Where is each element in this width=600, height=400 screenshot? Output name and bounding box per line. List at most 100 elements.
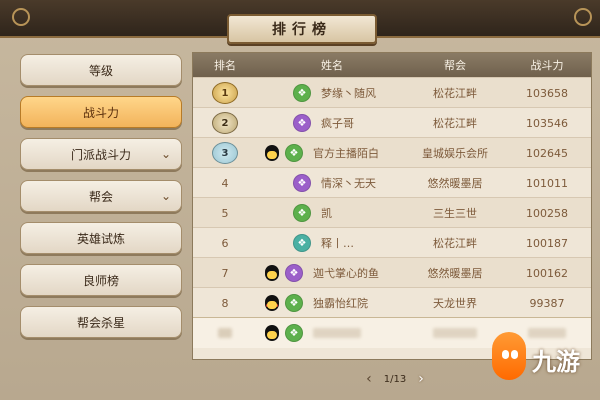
- sidebar: 等级 战斗力 门派战斗力 ⌄ 帮会 ⌄ 英雄试炼 良师榜 帮会杀星: [12, 44, 190, 344]
- sect-emblem-icon: ❖: [285, 144, 303, 162]
- pagination: ‹ 1/13 ›: [350, 371, 440, 387]
- player-name: 疯子哥: [321, 117, 354, 130]
- qq-penguin-icon: [265, 295, 279, 311]
- prev-page-button[interactable]: ‹: [366, 372, 372, 386]
- sidebar-item-mentor-ranking[interactable]: 良师榜: [20, 264, 182, 296]
- rank-cell: 2: [193, 108, 257, 138]
- player-name: 迦弋掌心的鱼: [313, 267, 379, 280]
- guild-cell: 松花江畔: [433, 117, 477, 130]
- rank-cell: [193, 318, 257, 348]
- rank-cell: 6: [221, 236, 229, 250]
- sidebar-item-label: 门派战斗力: [70, 147, 131, 162]
- table-row[interactable]: 8 ❖ 独霸怡红院 天龙世界 99387: [193, 287, 591, 318]
- table-body: 1 ❖ 梦缘丶随风 松花江畔 103658 2 ❖ 疯子哥 松花江畔 10354…: [193, 77, 591, 348]
- sidebar-item-label: 帮会杀星: [76, 315, 125, 330]
- bronze-medal-icon: 3: [212, 142, 238, 164]
- player-name: 释丨…: [321, 237, 354, 250]
- sect-emblem-icon: ❖: [293, 84, 311, 102]
- sidebar-item-sect-power[interactable]: 门派战斗力 ⌄: [20, 138, 182, 170]
- redacted-name: [313, 328, 361, 338]
- chevron-down-icon: ⌄: [160, 147, 171, 161]
- sect-emblem-icon: ❖: [285, 324, 303, 342]
- header-name: 姓名: [321, 59, 343, 72]
- power-cell: 100162: [526, 266, 568, 280]
- name-cell: ❖ 迦弋掌心的鱼: [257, 258, 407, 288]
- table-row[interactable]: 5 ❖ 凯 三生三世 100258: [193, 197, 591, 228]
- table-row[interactable]: 1 ❖ 梦缘丶随风 松花江畔 103658: [193, 77, 591, 108]
- name-cell: ❖ 独霸怡红院: [257, 288, 407, 318]
- guild-cell: 皇城娱乐会所: [422, 147, 488, 160]
- table-row[interactable]: 6 ❖ 释丨… 松花江畔 100187: [193, 227, 591, 258]
- sidebar-item-hero-trial[interactable]: 英雄试炼: [20, 222, 182, 254]
- power-cell: 103658: [526, 86, 568, 100]
- qq-penguin-icon: [265, 145, 279, 161]
- watermark-text: 九游: [532, 348, 580, 376]
- player-name: 官方主播陌白: [313, 147, 379, 160]
- ornament-icon: [12, 8, 30, 26]
- power-cell: 101011: [526, 176, 568, 190]
- next-page-button[interactable]: ›: [418, 372, 424, 386]
- table-row[interactable]: 3 ❖ 官方主播陌白 皇城娱乐会所 102645: [193, 137, 591, 168]
- sect-emblem-icon: ❖: [285, 264, 303, 282]
- guild-cell: 松花江畔: [433, 237, 477, 250]
- guild-cell: 天龙世界: [433, 297, 477, 310]
- name-cell: ❖ 官方主播陌白: [257, 138, 407, 168]
- guild-cell: 三生三世: [433, 207, 477, 220]
- name-cell: ❖ 梦缘丶随风: [257, 78, 407, 108]
- power-cell: 100187: [526, 236, 568, 250]
- sidebar-item-label: 英雄试炼: [76, 231, 125, 246]
- sidebar-item-label: 良师榜: [82, 273, 119, 288]
- table-row[interactable]: 2 ❖ 疯子哥 松花江畔 103546: [193, 107, 591, 138]
- sect-emblem-icon: ❖: [293, 114, 311, 132]
- player-name: 凯: [321, 207, 332, 220]
- name-cell: ❖: [257, 318, 407, 348]
- sidebar-item-level[interactable]: 等级: [20, 54, 182, 86]
- watermark-logo-icon: [492, 332, 526, 380]
- qq-penguin-icon: [265, 265, 279, 281]
- watermark: 九游: [486, 332, 596, 384]
- page-title: 排行榜: [272, 22, 332, 38]
- rank-cell: 5: [221, 206, 229, 220]
- power-cell: 103546: [526, 116, 568, 130]
- header-guild: 帮会: [444, 59, 466, 72]
- guild-cell: 悠然暖墨居: [427, 267, 483, 280]
- qq-penguin-icon: [265, 325, 279, 341]
- header-power: 战斗力: [530, 59, 564, 72]
- sidebar-item-guild[interactable]: 帮会 ⌄: [20, 180, 182, 212]
- sidebar-item-combat-power[interactable]: 战斗力: [20, 96, 182, 128]
- table-header: 排名 姓名 帮会 战斗力: [193, 53, 591, 77]
- logo-eye-icon: [502, 350, 509, 359]
- sidebar-item-guild-kill-star[interactable]: 帮会杀星: [20, 306, 182, 338]
- power-cell: 100258: [526, 206, 568, 220]
- player-name: 情深丶无天: [321, 177, 376, 190]
- name-cell: ❖ 情深丶无天: [257, 168, 407, 198]
- ranking-panel: 排名 姓名 帮会 战斗力 1 ❖ 梦缘丶随风 松花江畔 103658 2 ❖ 疯…: [192, 52, 592, 360]
- name-cell: ❖ 凯: [257, 198, 407, 228]
- silver-medal-icon: 2: [212, 112, 238, 134]
- table-row[interactable]: 7 ❖ 迦弋掌心的鱼 悠然暖墨居 100162: [193, 257, 591, 288]
- guild-cell: 松花江畔: [433, 87, 477, 100]
- power-cell: 102645: [526, 146, 568, 160]
- title-plate: 排行榜: [227, 14, 377, 44]
- name-cell: ❖ 释丨…: [257, 228, 407, 258]
- table-row[interactable]: 4 ❖ 情深丶无天 悠然暖墨居 101011: [193, 167, 591, 198]
- sidebar-item-label: 战斗力: [82, 105, 119, 120]
- power-cell: 99387: [529, 296, 565, 310]
- name-cell: ❖ 疯子哥: [257, 108, 407, 138]
- sect-emblem-icon: ❖: [293, 234, 311, 252]
- rank-cell: 1: [193, 78, 257, 108]
- player-name: 独霸怡红院: [313, 297, 368, 310]
- page-indicator: 1/13: [383, 373, 407, 385]
- sect-emblem-icon: ❖: [293, 204, 311, 222]
- guild-cell: 悠然暖墨居: [427, 177, 483, 190]
- gold-medal-icon: 1: [212, 82, 238, 104]
- header-rank: 排名: [214, 59, 236, 72]
- sidebar-item-label: 等级: [88, 63, 113, 78]
- rank-cell: 8: [221, 296, 229, 310]
- player-name: 梦缘丶随风: [321, 87, 376, 100]
- sidebar-item-label: 帮会: [88, 189, 113, 204]
- rank-cell: 7: [221, 266, 229, 280]
- sect-emblem-icon: ❖: [293, 174, 311, 192]
- chevron-down-icon: ⌄: [160, 189, 171, 203]
- sect-emblem-icon: ❖: [285, 294, 303, 312]
